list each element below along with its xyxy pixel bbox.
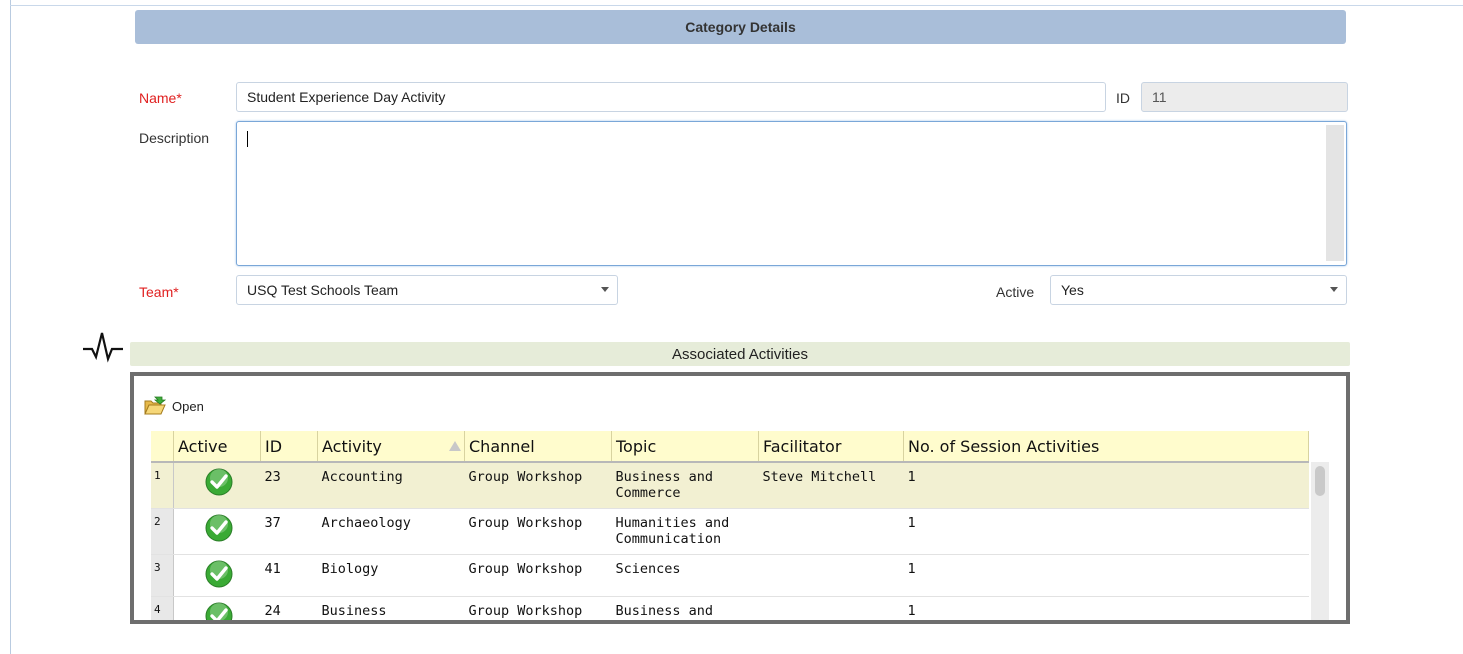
- id-label: ID: [1116, 90, 1130, 106]
- id-cell: 41: [260, 554, 318, 597]
- topic-line: Business and: [615, 469, 714, 485]
- open-button[interactable]: Open: [144, 396, 204, 416]
- active-select[interactable]: Yes: [1050, 275, 1347, 305]
- column-header-facilitator[interactable]: Facilitator: [758, 431, 904, 463]
- active-cell: [173, 554, 261, 597]
- description-scrollbar[interactable]: [1326, 125, 1344, 261]
- activity-pulse-icon: [83, 332, 123, 363]
- id-cell: 23: [260, 462, 318, 509]
- text-caret: [247, 131, 248, 147]
- channel-cell: Group Workshop: [464, 462, 612, 509]
- associated-activities-header: Associated Activities: [130, 342, 1350, 366]
- chevron-down-icon: [1330, 287, 1338, 292]
- id-cell: 24: [260, 596, 318, 620]
- sessions-cell: 1: [903, 596, 1309, 620]
- column-header-active[interactable]: Active: [173, 431, 261, 463]
- description-label: Description: [139, 130, 210, 146]
- category-details-header: Category Details: [135, 10, 1346, 44]
- row-number: 3: [151, 554, 174, 597]
- column-header-activity[interactable]: Activity: [317, 431, 465, 463]
- check-circle-icon: [205, 560, 233, 587]
- grid-scrollbar[interactable]: [1311, 462, 1329, 620]
- topic-line: Commerce: [615, 485, 681, 501]
- activity-cell: Archaeology: [317, 508, 465, 555]
- channel-cell: Group Workshop: [464, 554, 612, 597]
- folder-open-icon: [144, 396, 166, 415]
- check-circle-icon: [205, 468, 233, 496]
- active-label: Active: [996, 284, 1035, 300]
- name-required-mark: *: [176, 90, 182, 106]
- column-header-activity-label: Activity: [322, 436, 382, 456]
- table-row[interactable]: 2 37 Archaeology Group Workshop Humaniti…: [151, 508, 1309, 555]
- table-header-row: Active ID Activity Channel Topic Facilit…: [151, 431, 1309, 463]
- topic-line: Humanities and: [615, 514, 730, 531]
- topic-line: Communication: [615, 530, 722, 547]
- activity-cell: Business: [317, 596, 465, 620]
- check-circle-icon: [205, 514, 233, 541]
- column-header-topic[interactable]: Topic: [611, 431, 759, 463]
- activity-cell: Biology: [317, 554, 465, 597]
- table-row[interactable]: 3 41 Biology Group Workshop Sciences 1: [151, 554, 1309, 597]
- column-header-id[interactable]: ID: [260, 431, 318, 463]
- sort-ascending-icon: [449, 441, 461, 451]
- topic-cell: Business and: [611, 596, 759, 620]
- sessions-cell: 1: [903, 508, 1309, 555]
- name-label: Name*: [139, 90, 182, 106]
- team-select[interactable]: USQ Test Schools Team: [236, 275, 618, 305]
- topic-line: Business and: [615, 602, 714, 619]
- sessions-cell: 1: [903, 462, 1309, 509]
- sessions-cell: 1: [903, 554, 1309, 597]
- channel-cell: Group Workshop: [464, 596, 612, 620]
- chevron-down-icon: [601, 287, 609, 292]
- table-row[interactable]: 4 24 Business Group Workshop Business an…: [151, 596, 1309, 620]
- open-button-label: Open: [172, 398, 204, 414]
- team-required-mark: *: [173, 284, 179, 300]
- active-cell: [173, 462, 261, 509]
- facilitator-cell: Steve Mitchell: [758, 462, 904, 509]
- table-row[interactable]: 1 23 Accounting Group Workshop Business …: [151, 462, 1309, 509]
- activities-table: Active ID Activity Channel Topic Facilit…: [151, 431, 1309, 620]
- id-cell: 37: [260, 508, 318, 555]
- associated-activities-grid: Open Active ID Activity Channel Topic Fa…: [130, 372, 1350, 624]
- name-field[interactable]: Student Experience Day Activity: [236, 82, 1106, 112]
- rownum-header: [151, 431, 174, 463]
- row-number: 4: [151, 596, 174, 620]
- facilitator-cell: [758, 596, 904, 620]
- facilitator-cell: [758, 508, 904, 555]
- check-circle-icon: [205, 602, 233, 620]
- frame-left-border: [10, 0, 11, 654]
- row-number: 1: [151, 462, 174, 509]
- team-label-text: Team: [139, 284, 174, 300]
- topic-line: Sciences: [615, 560, 681, 577]
- facilitator-cell: [758, 554, 904, 597]
- team-select-value: USQ Test Schools Team: [247, 282, 399, 298]
- topic-cell: Humanities and Communication: [611, 508, 759, 555]
- topic-cell: Sciences: [611, 554, 759, 597]
- active-cell: [173, 596, 261, 620]
- id-field[interactable]: 11: [1141, 82, 1348, 112]
- frame-top-border: [10, 5, 1463, 6]
- grid-scrollbar-thumb[interactable]: [1315, 466, 1325, 496]
- column-header-channel[interactable]: Channel: [464, 431, 612, 463]
- channel-cell: Group Workshop: [464, 508, 612, 555]
- active-cell: [173, 508, 261, 555]
- column-header-sessions[interactable]: No. of Session Activities: [903, 431, 1309, 463]
- activity-cell: Accounting: [317, 462, 465, 509]
- description-field[interactable]: [236, 121, 1347, 266]
- topic-cell: Business and Commerce: [611, 462, 759, 509]
- team-label: Team*: [139, 284, 179, 300]
- active-select-value: Yes: [1061, 282, 1084, 298]
- name-label-text: Name: [139, 90, 177, 106]
- row-number: 2: [151, 508, 174, 555]
